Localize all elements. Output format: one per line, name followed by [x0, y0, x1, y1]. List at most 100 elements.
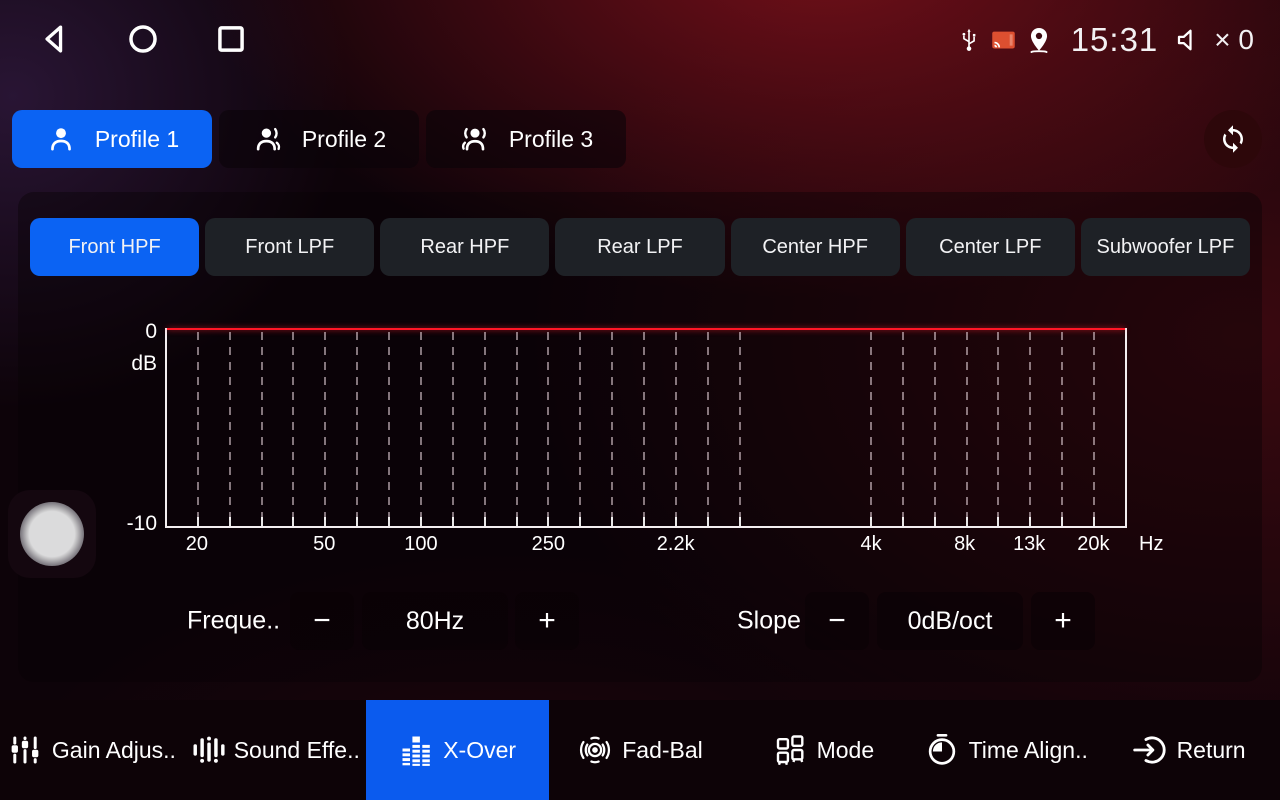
chart-tick: [902, 517, 904, 526]
filter-tabs: Front HPFFront LPFRear HPFRear LPFCenter…: [30, 218, 1250, 276]
nav-item-fad-bal[interactable]: Fad-Bal: [549, 700, 732, 800]
x-axis-tick-label: 20k: [1077, 533, 1109, 556]
mixer-icon: [7, 732, 43, 768]
volume-knob[interactable]: [20, 502, 84, 566]
x-axis-unit-label: Hz: [1139, 533, 1163, 556]
x-axis-tick-label: 20: [186, 533, 208, 556]
usb-icon: [956, 25, 982, 55]
filter-tab-subwoofer-lpf[interactable]: Subwoofer LPF: [1081, 218, 1250, 276]
nav-item-label: Gain Adjus..: [52, 737, 176, 764]
chart-tick: [356, 517, 358, 526]
cast-icon: [990, 28, 1017, 52]
back-button[interactable]: [36, 18, 74, 60]
frequency-value: 80Hz: [362, 592, 508, 650]
chart-gridline: [902, 332, 904, 524]
chart-tick: [934, 517, 936, 526]
profile-tabs: Profile 1 Profile 2 Profile 3: [12, 110, 626, 168]
nav-item-label: X-Over: [443, 737, 516, 764]
chart-gridline: [261, 332, 263, 524]
chart-gridline: [997, 332, 999, 524]
chart-tick: [675, 517, 677, 526]
chart-tick: [452, 517, 454, 526]
chart-tick: [484, 517, 486, 526]
nav-item-time-align[interactable]: Time Align..: [914, 700, 1097, 800]
chart-gridline: [420, 332, 422, 524]
chart-gridline: [516, 332, 518, 524]
mode-grid-icon: [772, 732, 808, 768]
chart-tick: [388, 517, 390, 526]
x-axis-tick-label: 2.2k: [657, 533, 695, 556]
profile-tab-1[interactable]: Profile 1: [12, 110, 212, 168]
profile-tab-label: Profile 1: [95, 126, 179, 153]
y-axis-top-label: 0: [145, 320, 157, 344]
x-axis-tick-label: 50: [313, 533, 335, 556]
chart-tick: [870, 517, 872, 526]
filter-tab-front-hpf[interactable]: Front HPF: [30, 218, 199, 276]
refresh-profiles-button[interactable]: [1204, 110, 1262, 168]
chart-tick: [547, 517, 549, 526]
filter-tab-rear-hpf[interactable]: Rear HPF: [380, 218, 549, 276]
nav-item-label: Return: [1177, 737, 1246, 764]
nav-item-label: Sound Effe..: [234, 737, 360, 764]
chart-gridline: [611, 332, 613, 524]
chart-gridline: [579, 332, 581, 524]
filter-tab-front-lpf[interactable]: Front LPF: [205, 218, 374, 276]
chart-tick: [197, 517, 199, 526]
filter-tab-center-hpf[interactable]: Center HPF: [731, 218, 900, 276]
response-curve: [167, 328, 1125, 330]
recents-button[interactable]: [212, 18, 250, 60]
frequency-plus-button[interactable]: +: [515, 592, 579, 650]
frequency-minus-button[interactable]: −: [290, 592, 354, 650]
floating-knob-widget[interactable]: [8, 490, 96, 578]
status-bar: 15:31 × 0: [0, 0, 1280, 80]
chart-tick: [579, 517, 581, 526]
chart-gridline: [324, 332, 326, 524]
bottom-nav: Gain Adjus.. Sound Effe.. X-Over Fad-Bal Mod…: [0, 700, 1280, 800]
sync-icon: [1218, 124, 1248, 154]
chart-gridline: [707, 332, 709, 524]
x-axis-tick-label: 250: [532, 533, 565, 556]
chart-gridline: [675, 332, 677, 524]
slope-minus-button[interactable]: −: [805, 592, 869, 650]
xover-chart: 0 dB -10 Hz 20501002502.2k4k8k13k20k: [165, 328, 1127, 528]
slope-plus-button[interactable]: +: [1031, 592, 1095, 650]
y-axis-bottom-label: -10: [127, 512, 157, 536]
profile-icon: [45, 123, 77, 155]
nav-item-return[interactable]: Return: [1097, 700, 1280, 800]
chart-gridline: [966, 332, 968, 524]
x-axis-tick-label: 100: [404, 533, 437, 556]
volume-level: × 0: [1214, 24, 1254, 56]
chart-tick: [292, 517, 294, 526]
x-axis-tick-label: 4k: [860, 533, 881, 556]
filter-tab-rear-lpf[interactable]: Rear LPF: [555, 218, 724, 276]
y-axis-unit-label: dB: [131, 352, 157, 376]
nav-item-sound-effe[interactable]: Sound Effe..: [183, 700, 366, 800]
filter-tab-center-lpf[interactable]: Center LPF: [906, 218, 1075, 276]
chart-tick: [1093, 517, 1095, 526]
profile-tab-3[interactable]: Profile 3: [426, 110, 626, 168]
chart-tick: [997, 517, 999, 526]
chart-gridline: [1029, 332, 1031, 524]
nav-item-label: Fad-Bal: [622, 737, 703, 764]
chart-gridline: [1061, 332, 1063, 524]
nav-item-mode[interactable]: Mode: [731, 700, 914, 800]
chart-tick: [324, 517, 326, 526]
equalizer-icon: [189, 732, 225, 768]
frequency-label: Freque..: [187, 607, 280, 636]
profile-tab-label: Profile 3: [509, 126, 593, 153]
profile-tab-2[interactable]: Profile 2: [219, 110, 419, 168]
chart-tick: [966, 517, 968, 526]
profile-tab-label: Profile 2: [302, 126, 386, 153]
chart-tick: [516, 517, 518, 526]
chart-gridline: [292, 332, 294, 524]
chart-tick: [229, 517, 231, 526]
filter-controls: Freque.. − 80Hz + Slope − 0dB/oct +: [18, 592, 1262, 650]
home-button[interactable]: [124, 18, 162, 60]
nav-item-gain-adjus[interactable]: Gain Adjus..: [0, 700, 183, 800]
nav-item-x-over[interactable]: X-Over: [366, 700, 549, 800]
slope-value: 0dB/oct: [877, 592, 1023, 650]
chart-tick: [611, 517, 613, 526]
x-axis-tick-label: 8k: [954, 533, 975, 556]
profile-waves-icon: [459, 123, 491, 155]
chart-gridline: [388, 332, 390, 524]
